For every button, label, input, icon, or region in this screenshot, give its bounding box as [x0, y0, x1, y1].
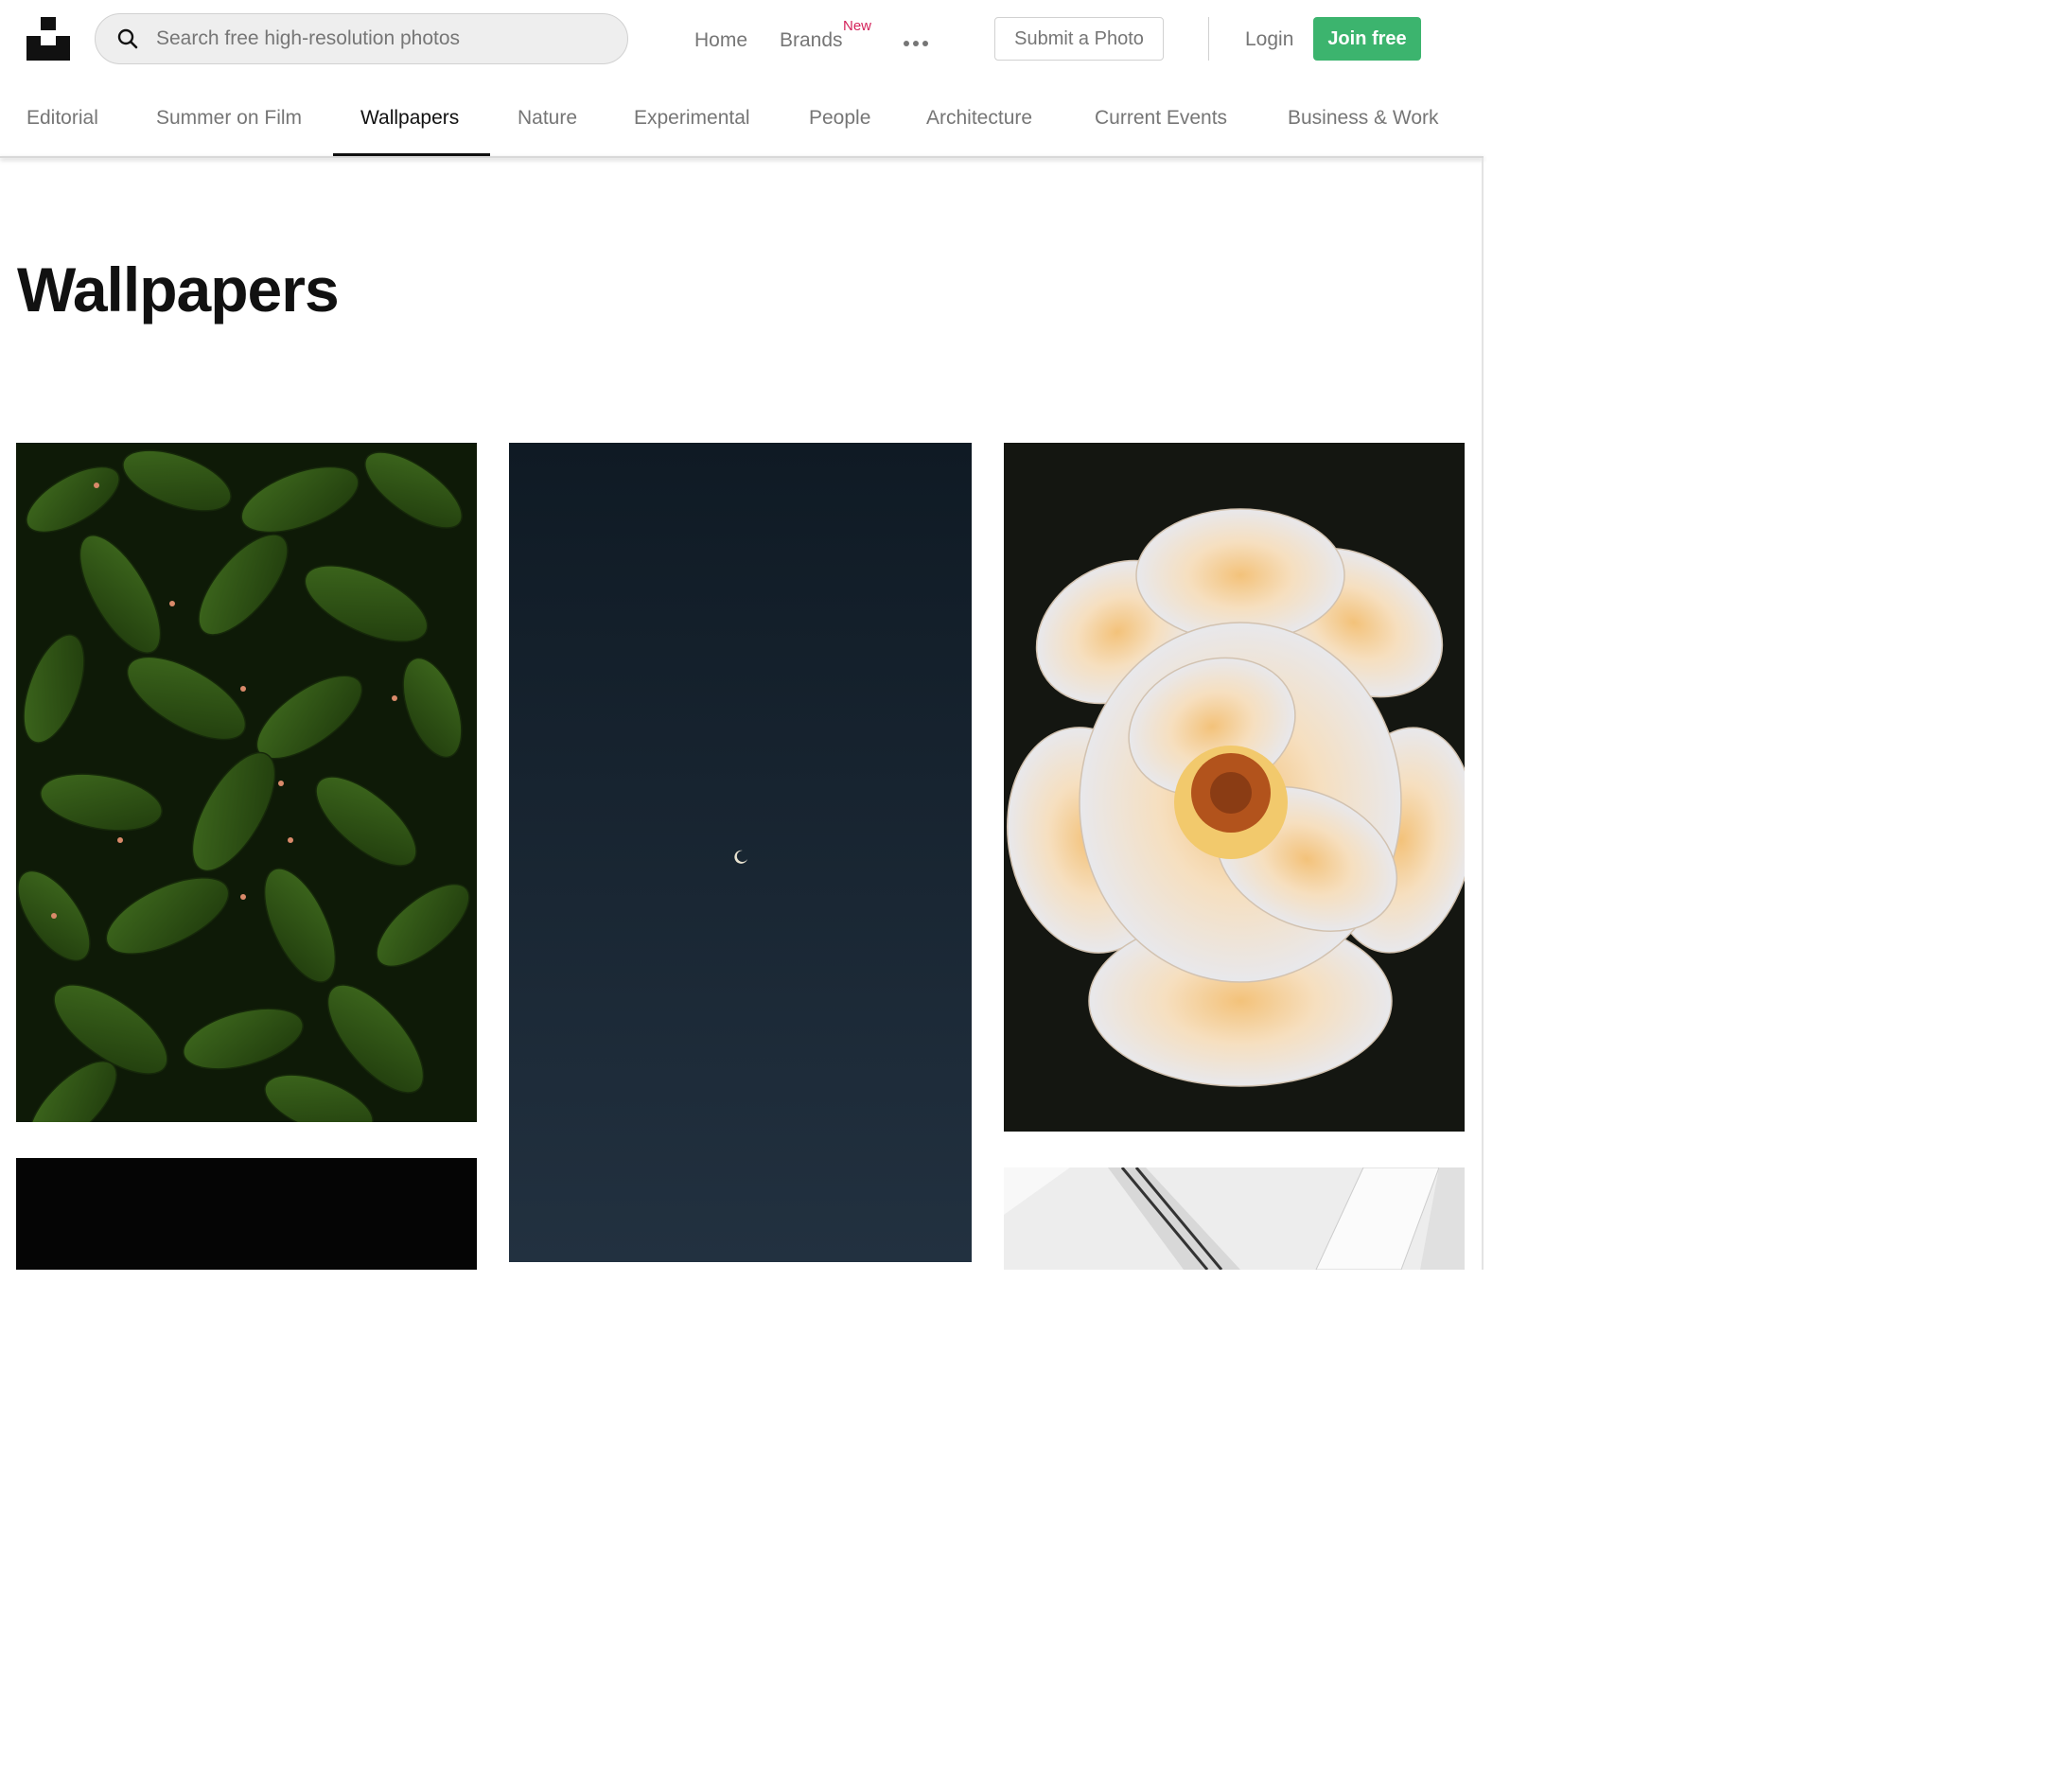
topic-editorial[interactable]: Editorial [26, 107, 98, 130]
page-scrollbar-track [1482, 158, 1484, 1270]
login-link[interactable]: Login [1245, 28, 1293, 51]
topic-current-events[interactable]: Current Events [1095, 107, 1227, 130]
photo-green-leaves[interactable] [16, 443, 477, 1122]
search-input[interactable] [154, 26, 593, 51]
topic-nature[interactable]: Nature [518, 107, 577, 130]
photo-dark[interactable] [16, 1158, 477, 1270]
topic-wallpapers[interactable]: Wallpapers [360, 107, 459, 130]
new-badge: New [843, 18, 872, 34]
join-free-button[interactable]: Join free [1313, 17, 1421, 61]
nav-home-link[interactable]: Home [694, 29, 747, 52]
topic-business-work[interactable]: Business & Work [1288, 107, 1439, 130]
photo-night-moon[interactable] [509, 443, 972, 1262]
more-menu-icon[interactable] [904, 34, 932, 46]
header-divider [1208, 17, 1209, 61]
search-icon[interactable] [116, 27, 139, 50]
photo-white-architecture[interactable] [1004, 1167, 1465, 1270]
search-bar[interactable] [95, 13, 628, 64]
header-border [0, 156, 1484, 158]
topic-summer-on-film[interactable]: Summer on Film [156, 107, 302, 130]
page-title: Wallpapers [17, 255, 340, 325]
topic-architecture[interactable]: Architecture [926, 107, 1032, 130]
topic-people[interactable]: People [809, 107, 870, 130]
topic-experimental[interactable]: Experimental [634, 107, 750, 130]
unsplash-logo[interactable] [26, 17, 70, 61]
photo-white-rose[interactable] [1004, 443, 1465, 1132]
submit-photo-button[interactable]: Submit a Photo [994, 17, 1164, 61]
nav-brands-link[interactable]: Brands [780, 29, 843, 52]
